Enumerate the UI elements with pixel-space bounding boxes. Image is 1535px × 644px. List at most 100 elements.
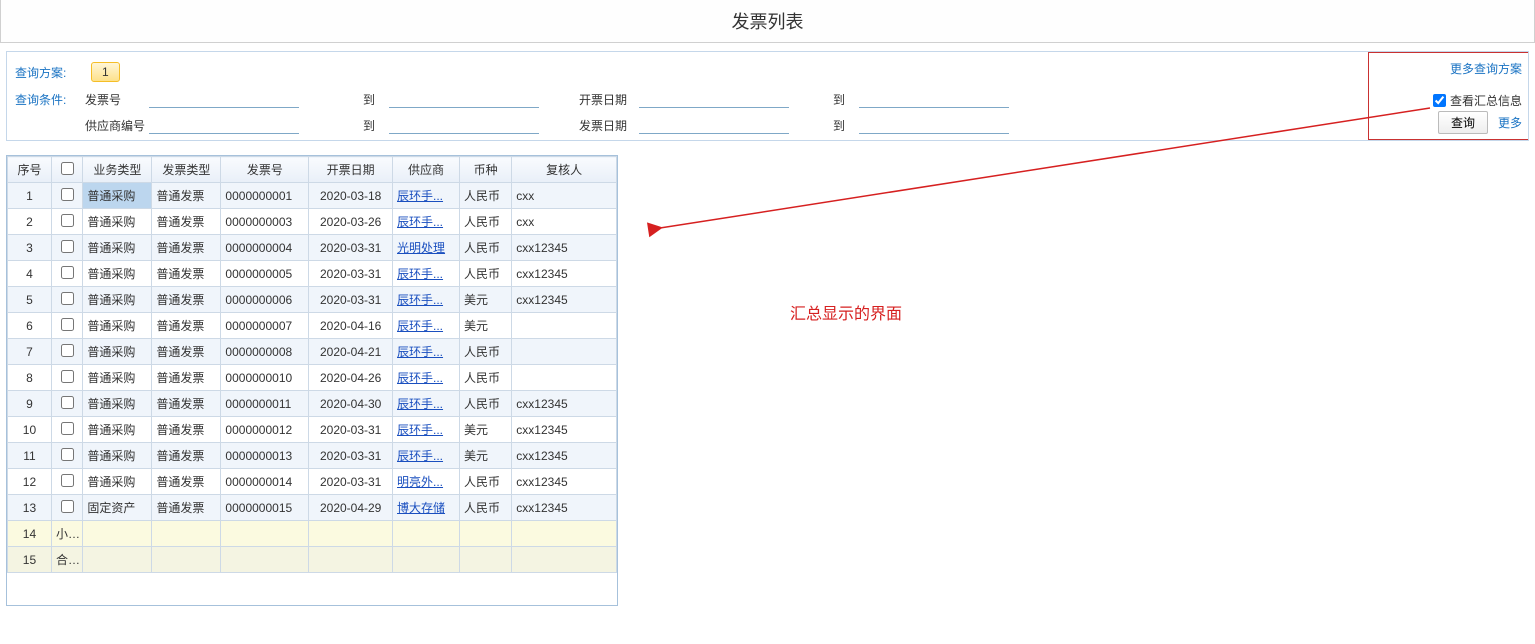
table-row[interactable]: 12普通采购普通发票00000000142020-03-31明亮外...人民币c… [8,469,617,495]
supplier-link[interactable]: 明亮外... [397,475,443,489]
cell-supplier[interactable]: 辰环手... [393,287,460,313]
cell-label: 合计 [51,547,82,573]
supplier-link[interactable]: 辰环手... [397,345,443,359]
row-checkbox[interactable] [61,500,74,513]
supplier-link[interactable]: 辰环手... [397,449,443,463]
cell-checkbox[interactable] [51,391,82,417]
supplier-link[interactable]: 辰环手... [397,423,443,437]
table-row[interactable]: 9普通采购普通发票00000000112020-04-30辰环手...人民币cx… [8,391,617,417]
invoice-no-to-input[interactable] [389,90,539,108]
cell-checkbox[interactable] [51,469,82,495]
cell-biz: 普通采购 [83,313,152,339]
cell-checkbox[interactable] [51,417,82,443]
th-currency[interactable]: 币种 [459,157,511,183]
th-seq[interactable]: 序号 [8,157,52,183]
th-invtype[interactable]: 发票类型 [152,157,221,183]
cell-supplier[interactable]: 光明处理 [393,235,460,261]
supplier-link[interactable]: 辰环手... [397,371,443,385]
cell-seq: 4 [8,261,52,287]
cell-checkbox[interactable] [51,313,82,339]
row-checkbox[interactable] [61,344,74,357]
cell-supplier[interactable]: 辰环手... [393,313,460,339]
supplier-link[interactable]: 辰环手... [397,189,443,203]
table-row[interactable]: 7普通采购普通发票00000000082020-04-21辰环手...人民币 [8,339,617,365]
cell-supplier[interactable]: 辰环手... [393,209,460,235]
cell-supplier[interactable]: 辰环手... [393,339,460,365]
table-row[interactable]: 10普通采购普通发票00000000122020-03-31辰环手...美元cx… [8,417,617,443]
th-date[interactable]: 开票日期 [309,157,393,183]
select-all-checkbox[interactable] [61,162,74,175]
cell-reviewer: cxx12345 [512,495,617,521]
supplier-no-to-input[interactable] [389,116,539,134]
row-checkbox[interactable] [61,474,74,487]
cell-checkbox[interactable] [51,235,82,261]
row-checkbox[interactable] [61,240,74,253]
cell-supplier[interactable]: 辰环手... [393,365,460,391]
table-row[interactable]: 4普通采购普通发票00000000052020-03-31辰环手...人民币cx… [8,261,617,287]
cell-supplier[interactable]: 辰环手... [393,183,460,209]
row-checkbox[interactable] [61,214,74,227]
supplier-link[interactable]: 辰环手... [397,215,443,229]
cell-checkbox[interactable] [51,183,82,209]
invoice-date-to-input[interactable] [859,116,1009,134]
cell-currency: 人民币 [459,391,511,417]
row-checkbox[interactable] [61,188,74,201]
cell-supplier[interactable]: 辰环手... [393,391,460,417]
invoice-no-from-input[interactable] [149,90,299,108]
billing-date-to-input[interactable] [859,90,1009,108]
th-reviewer[interactable]: 复核人 [512,157,617,183]
cell-checkbox[interactable] [51,339,82,365]
cell-checkbox[interactable] [51,209,82,235]
invoice-date-from-input[interactable] [639,116,789,134]
cell-currency: 人民币 [459,365,511,391]
cell-invtype: 普通发票 [152,183,221,209]
cell-supplier[interactable]: 明亮外... [393,469,460,495]
cell-supplier[interactable]: 辰环手... [393,261,460,287]
row-checkbox[interactable] [61,292,74,305]
cell-date: 2020-04-21 [309,339,393,365]
supplier-link[interactable]: 辰环手... [397,293,443,307]
cell-checkbox[interactable] [51,495,82,521]
more-link[interactable]: 更多 [1498,114,1522,131]
cell-currency: 人民币 [459,183,511,209]
table-row[interactable]: 13固定资产普通发票00000000152020-04-29博大存储人民币cxx… [8,495,617,521]
cell-checkbox[interactable] [51,443,82,469]
row-checkbox[interactable] [61,370,74,383]
supplier-no-from-input[interactable] [149,116,299,134]
supplier-link[interactable]: 辰环手... [397,397,443,411]
scheme-badge[interactable]: 1 [91,62,120,82]
supplier-link[interactable]: 辰环手... [397,319,443,333]
row-checkbox[interactable] [61,318,74,331]
cell-supplier[interactable]: 博大存储 [393,495,460,521]
more-scheme-link[interactable]: 更多查询方案 [1450,60,1522,77]
th-invno[interactable]: 发票号 [221,157,309,183]
row-checkbox[interactable] [61,396,74,409]
table-row[interactable]: 6普通采购普通发票00000000072020-04-16辰环手...美元 [8,313,617,339]
row-checkbox[interactable] [61,422,74,435]
table-row[interactable]: 3普通采购普通发票00000000042020-03-31光明处理人民币cxx1… [8,235,617,261]
search-button[interactable]: 查询 [1438,111,1488,134]
supplier-link[interactable]: 博大存储 [397,501,445,515]
supplier-link[interactable]: 光明处理 [397,241,445,255]
cell-supplier[interactable]: 辰环手... [393,417,460,443]
cell-reviewer: cxx [512,183,617,209]
cell-checkbox[interactable] [51,365,82,391]
row-checkbox[interactable] [61,266,74,279]
th-checkbox[interactable] [51,157,82,183]
table-row[interactable]: 2普通采购普通发票00000000032020-03-26辰环手...人民币cx… [8,209,617,235]
table-row[interactable]: 5普通采购普通发票00000000062020-03-31辰环手...美元cxx… [8,287,617,313]
th-supplier[interactable]: 供应商 [393,157,460,183]
cell-checkbox[interactable] [51,287,82,313]
cell-supplier[interactable]: 辰环手... [393,443,460,469]
th-biz[interactable]: 业务类型 [83,157,152,183]
cell-currency: 美元 [459,287,511,313]
table-row[interactable]: 1普通采购普通发票00000000012020-03-18辰环手...人民币cx… [8,183,617,209]
cell-biz: 固定资产 [83,495,152,521]
supplier-link[interactable]: 辰环手... [397,267,443,281]
table-row[interactable]: 11普通采购普通发票00000000132020-03-31辰环手...美元cx… [8,443,617,469]
view-summary-checkbox[interactable] [1433,94,1446,107]
table-row[interactable]: 8普通采购普通发票00000000102020-04-26辰环手...人民币 [8,365,617,391]
cell-checkbox[interactable] [51,261,82,287]
row-checkbox[interactable] [61,448,74,461]
billing-date-from-input[interactable] [639,90,789,108]
